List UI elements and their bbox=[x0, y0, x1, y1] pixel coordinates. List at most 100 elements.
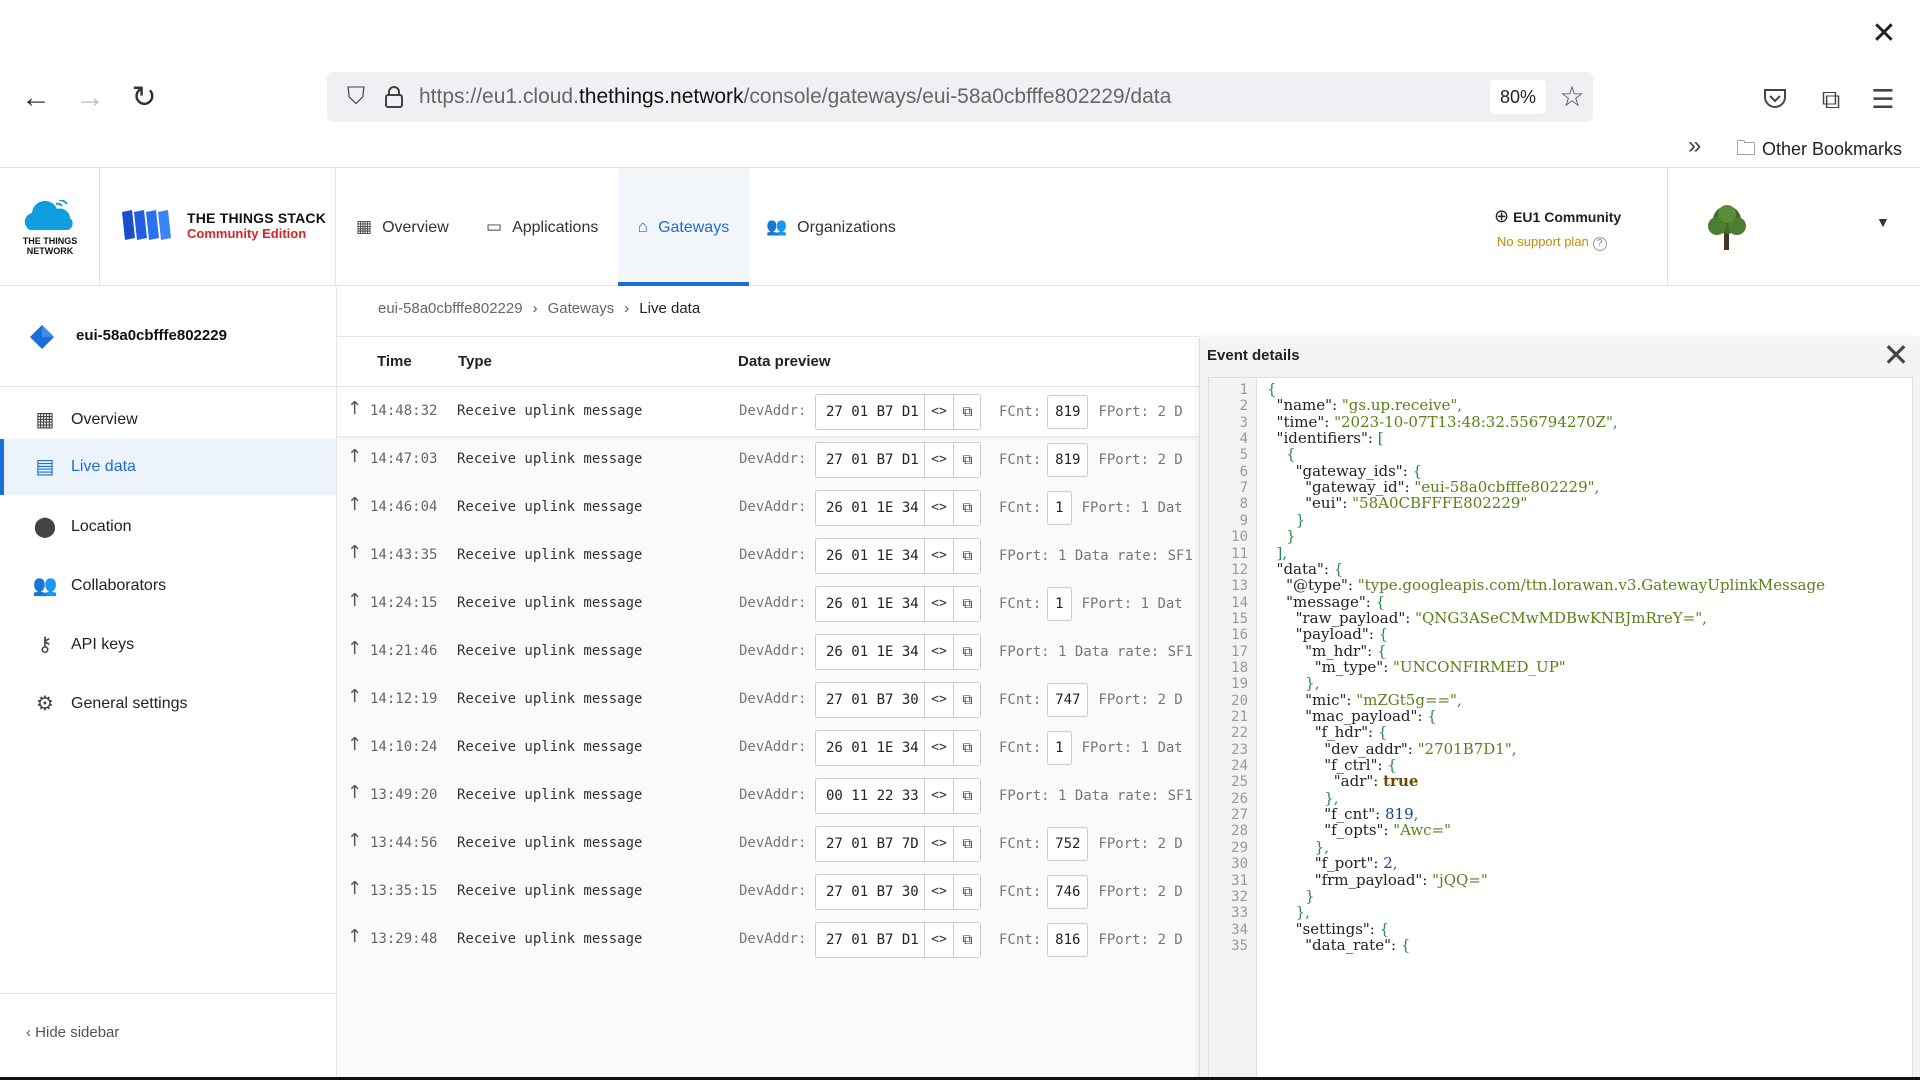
code-toggle-icon[interactable]: <> bbox=[924, 587, 953, 621]
address-bar[interactable]: ⛉ https://eu1.cloud.thethings.network/co… bbox=[327, 72, 1593, 122]
fcnt-value: 752 bbox=[1047, 827, 1089, 861]
copy-icon[interactable]: ⧉ bbox=[953, 395, 981, 429]
code-toggle-icon[interactable]: <> bbox=[924, 923, 953, 957]
other-bookmarks[interactable]: 🗀 Other Bookmarks bbox=[1736, 134, 1902, 168]
table-row[interactable]: ↑ 14:48:32 Receive uplink message DevAddr: 2… bbox=[337, 388, 1199, 436]
tts-logo[interactable]: THE THINGS STACK Community Edition bbox=[100, 168, 336, 286]
row-time: 14:10:24 bbox=[370, 739, 438, 755]
url-text[interactable]: https://eu1.cloud.thethings.network/cons… bbox=[419, 72, 1171, 122]
back-arrow-icon[interactable]: ← bbox=[16, 78, 56, 118]
code-line: "gateway_ids": { bbox=[1295, 461, 1423, 480]
nav-gateways[interactable]: ⌂ Gateways bbox=[618, 168, 749, 286]
sidebar-item-collaborators[interactable]: 👥 Collaborators bbox=[0, 559, 336, 613]
line-number: 33 bbox=[1231, 905, 1248, 922]
copy-icon[interactable]: ⧉ bbox=[953, 875, 981, 909]
table-row[interactable]: ↑ 14:10:24 Receive uplink message DevAddr: 2… bbox=[337, 724, 1199, 772]
code-toggle-icon[interactable]: <> bbox=[924, 683, 953, 717]
pocket-icon[interactable] bbox=[1758, 82, 1792, 116]
table-row[interactable]: ↑ 14:46:04 Receive uplink message DevAddr: 2… bbox=[337, 484, 1199, 532]
chevron-right-icon: › bbox=[624, 300, 630, 317]
sidebar-item-general-settings[interactable]: ⚙ General settings bbox=[0, 677, 336, 731]
copy-icon[interactable]: ⧉ bbox=[953, 539, 981, 573]
close-icon[interactable]: ✕ bbox=[1880, 339, 1912, 371]
ttn-logo[interactable]: THE THINGS NETWORK bbox=[0, 168, 100, 286]
copy-icon[interactable]: ⧉ bbox=[953, 731, 981, 765]
breadcrumb-gateway[interactable]: eui-58a0cbfffe802229 bbox=[378, 300, 523, 317]
copy-icon[interactable]: ⧉ bbox=[953, 827, 981, 861]
code-toggle-icon[interactable]: <> bbox=[924, 443, 953, 477]
hide-sidebar-button[interactable]: ‹ Hide sidebar bbox=[26, 1024, 119, 1041]
zoom-level-badge[interactable]: 80% bbox=[1490, 80, 1547, 114]
forward-arrow-icon[interactable]: → bbox=[70, 78, 110, 118]
copy-icon[interactable]: ⧉ bbox=[953, 923, 981, 957]
code-toggle-icon[interactable]: <> bbox=[924, 491, 953, 525]
lock-icon[interactable] bbox=[379, 82, 409, 112]
copy-icon[interactable]: ⧉ bbox=[953, 587, 981, 621]
table-row[interactable]: ↑ 13:35:15 Receive uplink message DevAddr: 2… bbox=[337, 868, 1199, 916]
code-line: "settings": { bbox=[1295, 919, 1390, 938]
devaddr-label: DevAddr: bbox=[739, 931, 807, 947]
table-row[interactable]: ↑ 14:12:19 Receive uplink message DevAddr: 2… bbox=[337, 676, 1199, 724]
extensions-icon[interactable]: ⧉ bbox=[1814, 82, 1848, 116]
column-type: Type bbox=[458, 353, 492, 370]
window-close-icon[interactable]: ✕ bbox=[1866, 16, 1902, 52]
code-line: "eui": "58A0CBFFFE802229" bbox=[1305, 494, 1528, 513]
copy-icon[interactable]: ⧉ bbox=[953, 779, 981, 813]
nav-applications[interactable]: ▭ Applications bbox=[486, 168, 598, 286]
line-number: 14 bbox=[1231, 594, 1248, 611]
row-time: 14:12:19 bbox=[370, 691, 438, 707]
bookmarks-overflow-icon[interactable]: » bbox=[1688, 132, 1701, 160]
code-toggle-icon[interactable]: <> bbox=[924, 635, 953, 669]
code-toggle-icon[interactable]: <> bbox=[924, 827, 953, 861]
row-time: 14:24:15 bbox=[370, 595, 438, 611]
copy-icon[interactable]: ⧉ bbox=[953, 491, 981, 525]
nav-applications-label: Applications bbox=[512, 219, 599, 236]
support-plan-link[interactable]: No support plan? bbox=[1497, 234, 1607, 251]
breadcrumb-gateways[interactable]: Gateways bbox=[548, 300, 615, 317]
hamburger-menu-icon[interactable]: ☰ bbox=[1866, 82, 1900, 116]
table-row[interactable]: ↑ 13:44:56 Receive uplink message DevAddr: 2… bbox=[337, 820, 1199, 868]
table-row[interactable]: ↑ 13:29:48 Receive uplink message DevAddr: 2… bbox=[337, 916, 1199, 964]
help-icon: ? bbox=[1592, 237, 1607, 251]
shield-icon[interactable]: ⛉ bbox=[341, 82, 371, 112]
nav-overview[interactable]: ▦ Overview bbox=[356, 168, 449, 286]
sidebar-item-live-data[interactable]: ▤ Live data bbox=[0, 439, 336, 495]
code-toggle-icon[interactable]: <> bbox=[924, 875, 953, 909]
fcnt-label: FCnt: bbox=[999, 884, 1042, 900]
copy-icon[interactable]: ⧉ bbox=[953, 635, 981, 669]
devaddr-value: 27 01 B7 D1 bbox=[826, 932, 919, 948]
copy-icon[interactable]: ⧉ bbox=[953, 443, 981, 477]
code-toggle-icon[interactable]: <> bbox=[924, 779, 953, 813]
code-line: "m_type": "UNCONFIRMED_UP" bbox=[1314, 657, 1566, 676]
row-tail-text: FPort: 2 D bbox=[1098, 884, 1183, 900]
code-toggle-icon[interactable]: <> bbox=[924, 731, 953, 765]
nav-organizations[interactable]: 👥 Organizations bbox=[766, 168, 896, 286]
code-line: }, bbox=[1295, 903, 1310, 922]
table-row[interactable]: ↑ 14:43:35 Receive uplink message DevAddr: 2… bbox=[337, 532, 1199, 580]
copy-icon[interactable]: ⧉ bbox=[953, 683, 981, 717]
row-extra-preview: FCnt: 1 FPort: 1 Dat bbox=[999, 490, 1183, 526]
table-row[interactable]: ↑ 14:24:15 Receive uplink message DevAddr: 2… bbox=[337, 580, 1199, 628]
cluster-selector[interactable]: ⊕ EU1 Community bbox=[1494, 206, 1621, 227]
reload-icon[interactable]: ↻ bbox=[124, 78, 164, 118]
avatar[interactable] bbox=[1700, 200, 1754, 254]
bookmark-star-icon[interactable]: ☆ bbox=[1555, 80, 1589, 114]
sidebar-item-location[interactable]: ⬤ Location bbox=[0, 500, 336, 554]
sidebar-item-api-keys[interactable]: ⚷ API keys bbox=[0, 618, 336, 672]
event-json-viewer[interactable]: 1 2 3 4 5 6 7 8 9 10 11 12 13 14 15 16 17 18 19 20 21 22 23 24 2… bbox=[1208, 377, 1913, 1080]
devaddr-label: DevAddr: bbox=[739, 835, 807, 851]
code-line: } bbox=[1286, 527, 1296, 546]
chevron-down-icon[interactable]: ▼ bbox=[1876, 214, 1890, 230]
uplink-arrow-icon: ↑ bbox=[347, 398, 363, 419]
code-toggle-icon[interactable]: <> bbox=[924, 539, 953, 573]
sidebar-item-label: General settings bbox=[71, 695, 188, 712]
line-number: 35 bbox=[1231, 937, 1248, 954]
code-toggle-icon[interactable]: <> bbox=[924, 395, 953, 429]
uplink-arrow-icon: ↑ bbox=[347, 494, 363, 515]
table-row[interactable]: ↑ 13:49:20 Receive uplink message DevAddr: 0… bbox=[337, 772, 1199, 820]
code-line: "adr": true bbox=[1333, 772, 1419, 791]
row-time: 13:35:15 bbox=[370, 883, 438, 899]
table-row[interactable]: ↑ 14:47:03 Receive uplink message DevAddr: 2… bbox=[337, 436, 1199, 484]
devaddr-field: 27 01 B7 D1 <> ⧉ bbox=[815, 922, 981, 958]
table-row[interactable]: ↑ 14:21:46 Receive uplink message DevAddr: 2… bbox=[337, 628, 1199, 676]
